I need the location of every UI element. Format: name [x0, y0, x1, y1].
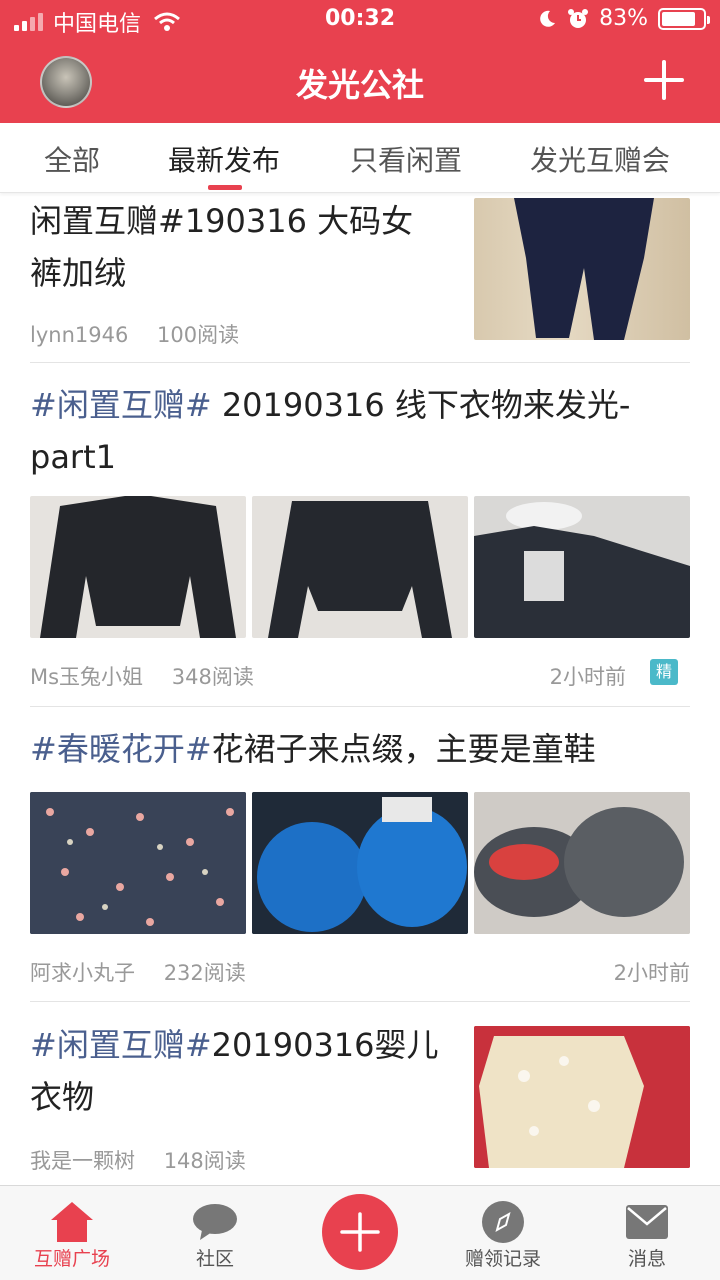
divider [30, 1001, 690, 1002]
post-time: 2小时前 [549, 665, 626, 689]
pants-image [514, 198, 654, 340]
nav-gift-square[interactable]: 互赠广场 [17, 1186, 127, 1280]
post-card[interactable]: #闲置互赠#20190316婴儿 衣物 我是一颗树 148阅读 [30, 1013, 690, 1185]
post-title: #闲置互赠# 20190316 线下衣物来发光- part1 [30, 379, 690, 483]
post-title: #闲置互赠#20190316婴儿 衣物 [30, 1019, 460, 1123]
post-meta: Ms玉兔小姐 348阅读 [30, 661, 254, 691]
post-hashtag[interactable]: #春暖花开# [30, 730, 212, 768]
post-thumbnail[interactable] [474, 198, 690, 340]
post-card[interactable]: #闲置互赠# 20190316 线下衣物来发光- part1 Ms玉兔小姐 34… [30, 373, 690, 703]
publish-fab-button[interactable] [322, 1194, 398, 1270]
divider [30, 362, 690, 363]
post-title-text: 20190316 线下衣物来发光- [211, 386, 631, 424]
battery-icon [658, 7, 710, 30]
post-title-line: 衣物 [30, 1078, 95, 1116]
post-author: 我是一颗树 [30, 1149, 135, 1173]
post-title-text: 花裙子来点缀，主要是童鞋 [211, 730, 596, 768]
add-post-button[interactable] [642, 58, 686, 102]
tab-idle-only[interactable]: 只看闲置 [350, 139, 462, 179]
post-title: 闲置互赠#190316 大码女 裤加绒 [30, 195, 460, 299]
top-bar: 中国电信 00:32 83% 发光公社 [0, 0, 720, 123]
post-meta: 我是一颗树 148阅读 [30, 1145, 246, 1175]
mail-icon [626, 1205, 668, 1239]
post-image[interactable] [252, 496, 468, 638]
tab-latest[interactable]: 最新发布 [168, 139, 280, 179]
post-title-line: 闲置互赠#190316 大码女 [30, 202, 414, 240]
alarm-icon [568, 8, 589, 28]
filter-tabs: 全部 最新发布 只看闲置 发光互赠会 [0, 123, 720, 193]
denim-jacket-image [40, 496, 236, 638]
post-title-line: part1 [30, 438, 116, 476]
baby-clothes-image [474, 1026, 690, 1168]
nav-label: 社区 [195, 1248, 234, 1270]
post-title: #春暖花开#花裙子来点缀，主要是童鞋 [30, 723, 690, 775]
post-image[interactable] [474, 496, 690, 638]
post-title-text: 20190316婴儿 [211, 1026, 439, 1064]
post-image[interactable] [474, 792, 690, 934]
post-reads: 348阅读 [171, 665, 254, 689]
nav-label: 互赠广场 [33, 1248, 110, 1270]
post-image[interactable] [252, 792, 468, 934]
active-tab-indicator [208, 185, 242, 190]
post-image[interactable] [30, 792, 246, 934]
post-time: 2小时前 [613, 961, 690, 985]
post-author: lynn1946 [30, 323, 129, 347]
chat-bubble-icon [193, 1204, 237, 1240]
status-right: 83% [537, 6, 710, 31]
blue-sneakers-image [252, 792, 468, 934]
nav-messages[interactable]: 消息 [592, 1186, 702, 1280]
post-card[interactable]: 闲置互赠#190316 大码女 裤加绒 lynn1946 100阅读 [30, 193, 690, 353]
post-reads: 148阅读 [163, 1149, 246, 1173]
post-card[interactable]: #春暖花开#花裙子来点缀，主要是童鞋 阿求小丸子 232阅读 2小时前 [30, 717, 690, 997]
battery-percent: 83% [599, 6, 648, 31]
post-meta: 阿求小丸子 232阅读 [30, 957, 246, 987]
battery-fill [662, 11, 696, 26]
tab-gift-meetup[interactable]: 发光互赠会 [530, 139, 670, 179]
post-author: Ms玉兔小姐 [30, 665, 144, 689]
plus-icon [340, 1212, 380, 1252]
denim-jacket-back-image [268, 501, 452, 638]
moon-icon [540, 10, 556, 27]
denim-jacket-hanger-image [474, 502, 690, 638]
post-thumbnail[interactable] [474, 1026, 690, 1168]
nav-gift-records[interactable]: 赠领记录 [448, 1186, 558, 1280]
post-hashtag[interactable]: #闲置互赠# [30, 1026, 212, 1064]
post-reads: 232阅读 [163, 961, 246, 985]
grey-shoes-image [474, 792, 690, 934]
status-bar: 中国电信 00:32 83% [0, 0, 720, 40]
post-hashtag[interactable]: #闲置互赠# [30, 386, 212, 424]
compass-icon [482, 1201, 524, 1243]
post-meta: lynn1946 100阅读 [30, 319, 239, 349]
nav-bar: 发光公社 [0, 40, 720, 123]
post-author: 阿求小丸子 [30, 961, 135, 985]
page-title: 发光公社 [295, 66, 424, 104]
nav-community[interactable]: 社区 [160, 1186, 270, 1280]
nav-label: 消息 [627, 1248, 666, 1270]
bottom-tab-bar: 互赠广场 社区 赠领记录 消息 [0, 1185, 720, 1280]
post-image[interactable] [30, 496, 246, 638]
post-reads: 100阅读 [157, 323, 240, 347]
nav-label: 赠领记录 [464, 1248, 541, 1270]
divider [30, 706, 690, 707]
featured-badge: 精 [650, 659, 678, 685]
tab-all[interactable]: 全部 [44, 139, 100, 179]
home-icon [51, 1202, 93, 1242]
post-title-line: 裤加绒 [30, 254, 127, 292]
post-feed[interactable]: 闲置互赠#190316 大码女 裤加绒 lynn1946 100阅读 #闲置互赠… [0, 193, 720, 1185]
floral-skirt-image [30, 792, 246, 934]
